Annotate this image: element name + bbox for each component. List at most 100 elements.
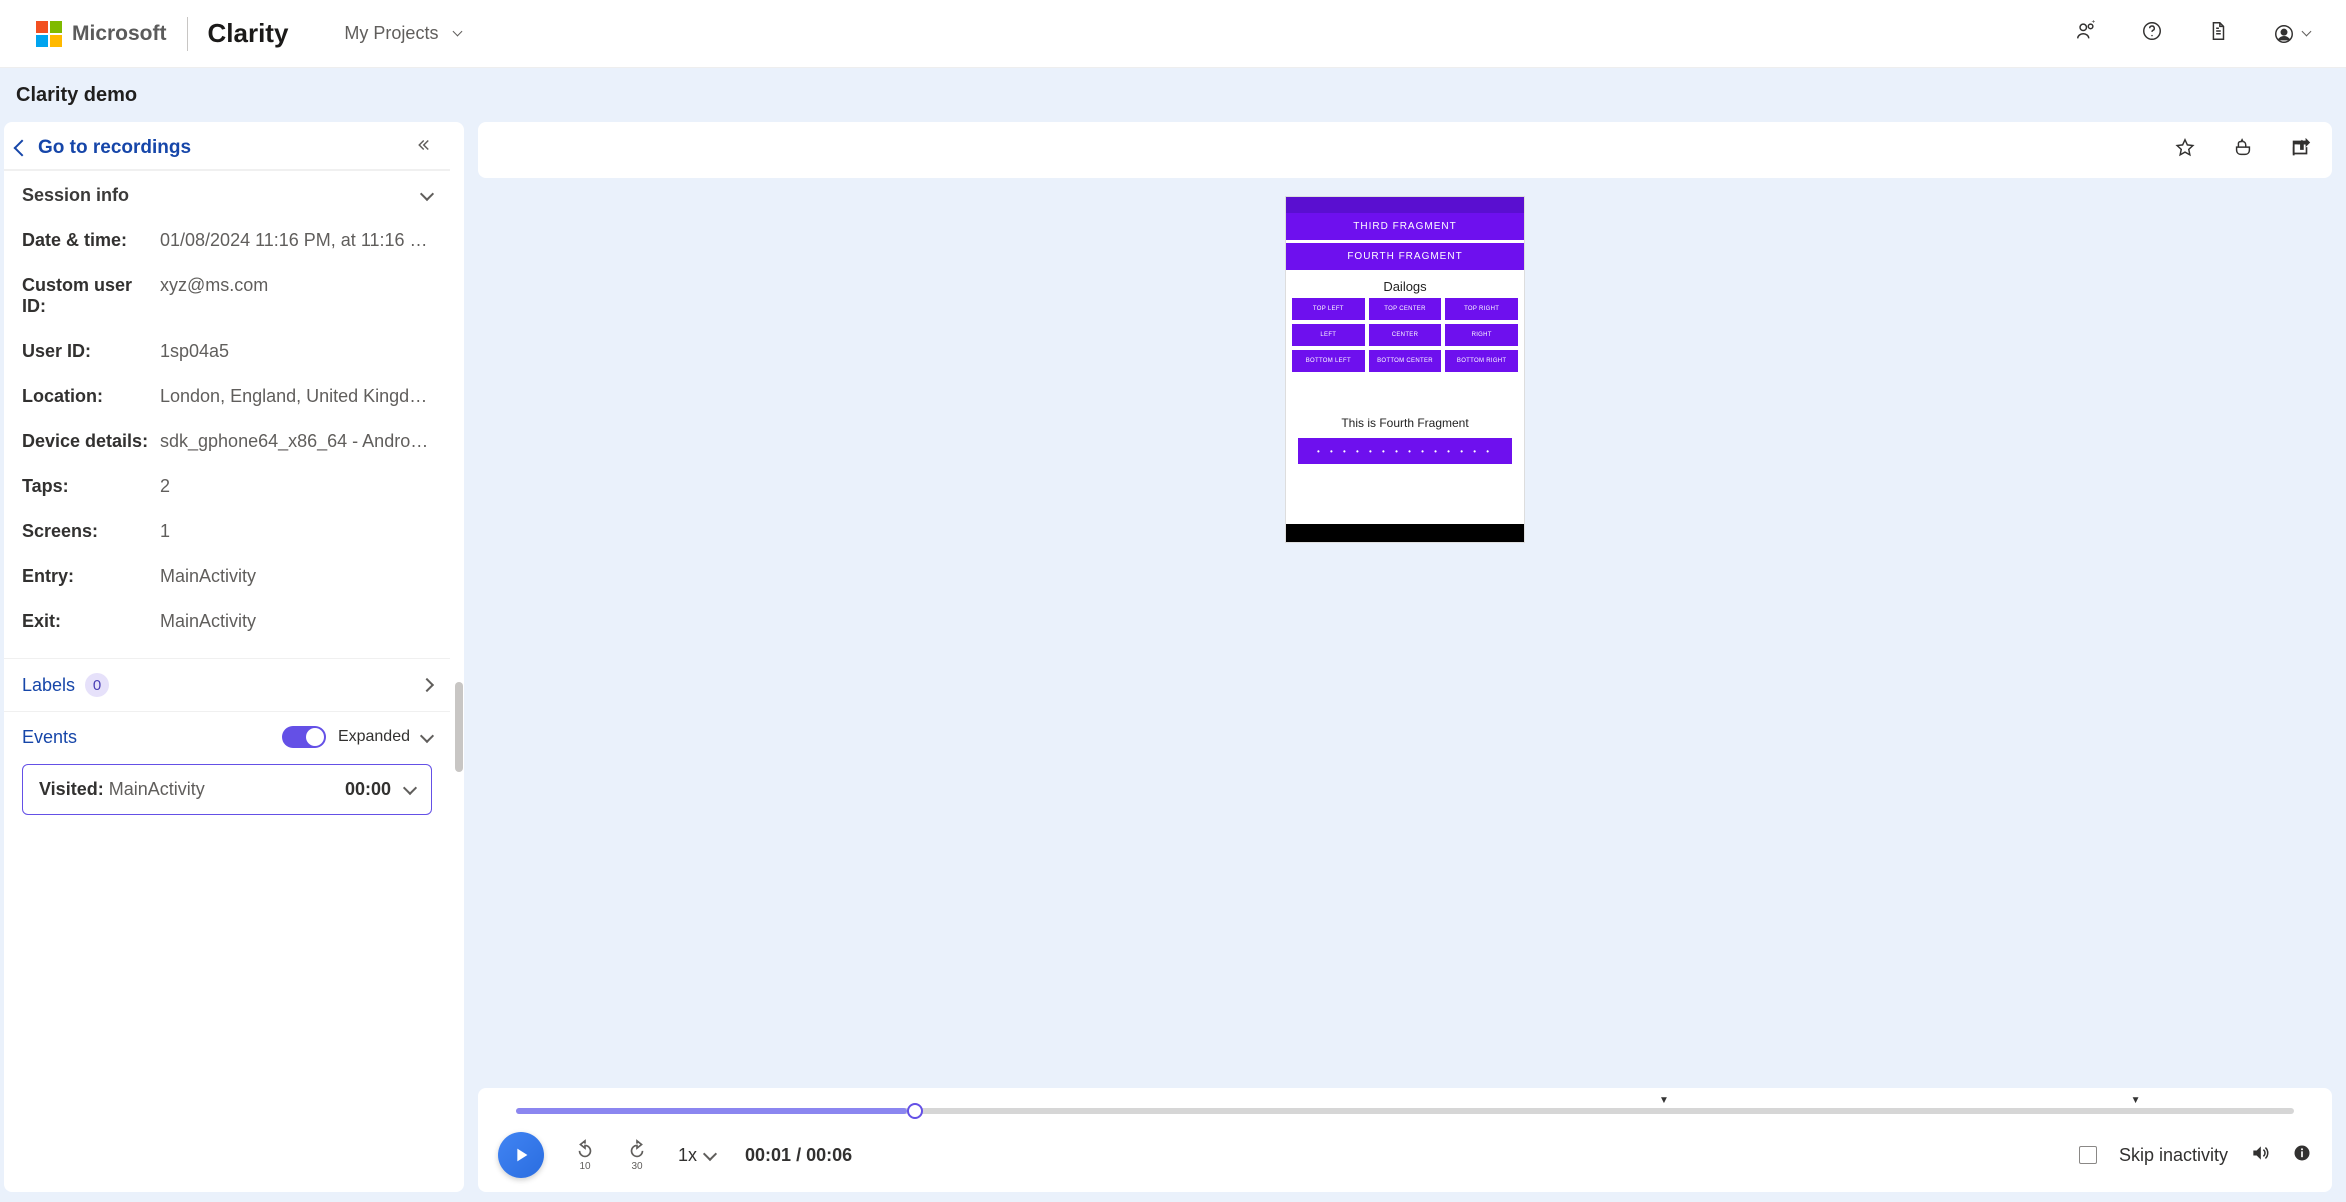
phone-body-text: This is Fourth Fragment <box>1286 416 1524 430</box>
favorite-icon[interactable] <box>2174 137 2196 164</box>
event-item[interactable]: Visited: MainActivity 00:00 <box>22 764 432 815</box>
preview-pane: THIRD FRAGMENT FOURTH FRAGMENT Dailogs T… <box>478 122 2332 1192</box>
chevron-down-icon[interactable] <box>420 728 434 742</box>
skip-inactivity-label: Skip inactivity <box>2119 1145 2228 1166</box>
feedback-icon[interactable] <box>2232 137 2254 164</box>
brand-name: Clarity <box>208 18 289 49</box>
info-label: Date & time: <box>22 230 160 251</box>
page-title: Clarity demo <box>16 84 137 107</box>
info-label: Device details: <box>22 431 160 452</box>
phone-wide-button: • • • • • • • • • • • • • • <box>1298 438 1512 464</box>
timeline-thumb[interactable] <box>907 1103 923 1119</box>
microsoft-name: Microsoft <box>72 22 167 46</box>
account-menu[interactable] <box>2273 23 2310 45</box>
skip-inactivity-checkbox[interactable] <box>2079 1146 2097 1164</box>
events-title: Events <box>22 727 77 748</box>
preview-toolbar <box>478 122 2332 178</box>
time-display: 00:01 / 00:06 <box>745 1145 852 1166</box>
forward-30-button[interactable]: 30 <box>626 1139 648 1172</box>
info-row: Custom user ID:xyz@ms.com <box>22 263 432 329</box>
info-value: London, England, United Kingdom <box>160 386 432 407</box>
toggle-label: Expanded <box>338 728 410 746</box>
svg-text:+: + <box>2092 20 2096 26</box>
session-info-panel: Session info Date & time:01/08/2024 11:1… <box>4 170 450 658</box>
event-name: MainActivity <box>109 779 205 799</box>
speed-value: 1x <box>678 1145 697 1166</box>
page-title-bar: Clarity demo <box>0 68 2346 122</box>
document-icon[interactable] <box>2207 20 2229 47</box>
event-prefix: Visited: <box>39 779 109 799</box>
info-row: Location:London, England, United Kingdom <box>22 374 432 419</box>
scrollbar-thumb[interactable] <box>455 682 463 772</box>
speed-control[interactable]: 1x <box>678 1145 715 1166</box>
rewind-value: 10 <box>579 1161 590 1172</box>
info-label: Location: <box>22 386 160 407</box>
session-info-header[interactable]: Session info <box>22 185 432 206</box>
timeline[interactable] <box>498 1098 2312 1122</box>
phone-grid-cell: TOP RIGHT <box>1445 298 1518 320</box>
phone-grid-cell: BOTTOM RIGHT <box>1445 350 1518 372</box>
phone-grid-cell: CENTER <box>1369 324 1442 346</box>
microsoft-logo-icon <box>36 21 62 47</box>
chevron-down-icon[interactable] <box>403 781 417 795</box>
chevron-down-icon <box>2302 27 2312 37</box>
info-label: Exit: <box>22 611 160 632</box>
info-value: MainActivity <box>160 566 432 587</box>
phone-grid-cell: BOTTOM CENTER <box>1369 350 1442 372</box>
info-row: Device details:sdk_gphone64_x86_64 - And… <box>22 419 432 464</box>
info-icon[interactable] <box>2292 1143 2312 1168</box>
rewind-10-button[interactable]: 10 <box>574 1139 596 1172</box>
info-value: sdk_gphone64_x86_64 - Android 1... <box>160 431 432 452</box>
info-value: 2 <box>160 476 432 497</box>
go-to-recordings-link[interactable]: Go to recordings <box>16 137 191 159</box>
info-label: User ID: <box>22 341 160 362</box>
session-sidebar: Go to recordings Session info Date & tim… <box>4 122 464 1192</box>
info-value: xyz@ms.com <box>160 275 432 317</box>
info-value: 01/08/2024 11:16 PM, at 11:16 PM <box>160 230 432 251</box>
session-info-title: Session info <box>22 185 129 206</box>
phone-grid-cell: TOP CENTER <box>1369 298 1442 320</box>
chevron-down-icon <box>453 27 463 37</box>
info-row: Taps:2 <box>22 464 432 509</box>
play-button[interactable] <box>498 1132 544 1178</box>
phone-button-fourth: FOURTH FRAGMENT <box>1286 243 1524 270</box>
header-actions: + <box>2075 20 2310 47</box>
info-row: Screens:1 <box>22 509 432 554</box>
timeline-track[interactable] <box>516 1108 2294 1114</box>
main-layout: Go to recordings Session info Date & tim… <box>0 122 2346 1202</box>
phone-button-third: THIRD FRAGMENT <box>1286 213 1524 240</box>
info-value: MainActivity <box>160 611 432 632</box>
expanded-toggle[interactable] <box>282 726 326 748</box>
info-value: 1 <box>160 521 432 542</box>
app-header: Microsoft Clarity My Projects + <box>0 0 2346 68</box>
chevron-down-icon <box>703 1146 717 1160</box>
info-row: Exit:MainActivity <box>22 599 432 644</box>
my-projects-dropdown[interactable]: My Projects <box>344 23 461 44</box>
people-icon[interactable]: + <box>2075 20 2097 47</box>
forward-value: 30 <box>631 1161 642 1172</box>
event-time-value: 00:00 <box>345 779 391 800</box>
info-row: Entry:MainActivity <box>22 554 432 599</box>
timeline-marker <box>1659 1092 1669 1106</box>
info-label: Screens: <box>22 521 160 542</box>
info-label: Entry: <box>22 566 160 587</box>
volume-icon[interactable] <box>2250 1143 2270 1168</box>
help-icon[interactable] <box>2141 20 2163 47</box>
events-panel: Events Expanded Visited: MainActivity 00… <box>4 711 450 829</box>
chevron-right-icon <box>420 678 434 692</box>
info-value: 1sp04a5 <box>160 341 432 362</box>
back-link-label: Go to recordings <box>38 137 191 159</box>
info-label: Custom user ID: <box>22 275 160 317</box>
chevron-left-icon <box>14 139 31 156</box>
info-label: Taps: <box>22 476 160 497</box>
info-row: User ID:1sp04a5 <box>22 329 432 374</box>
recording-canvas: THIRD FRAGMENT FOURTH FRAGMENT Dailogs T… <box>478 178 2332 1088</box>
collapse-sidebar-button[interactable] <box>414 136 432 159</box>
divider <box>187 17 188 51</box>
labels-title: Labels <box>22 675 75 696</box>
nav-label: My Projects <box>344 23 438 44</box>
info-row: Date & time:01/08/2024 11:16 PM, at 11:1… <box>22 218 432 263</box>
labels-panel[interactable]: Labels 0 <box>4 658 450 711</box>
device-preview: THIRD FRAGMENT FOURTH FRAGMENT Dailogs T… <box>1285 196 1525 543</box>
share-icon[interactable] <box>2290 137 2312 164</box>
